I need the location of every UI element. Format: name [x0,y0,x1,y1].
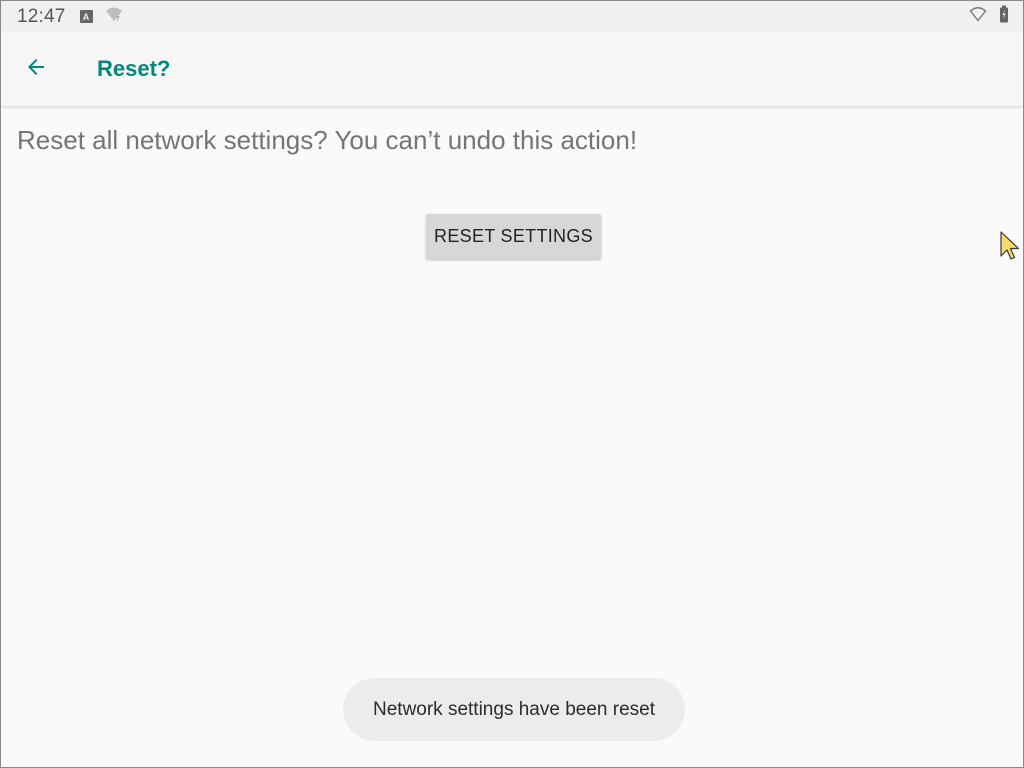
wifi-outline-icon [969,6,987,27]
wifi-question-icon: ? [105,6,123,27]
arrow-left-icon [24,55,48,84]
app-bar: Reset? [1,32,1023,107]
toast-message: Network settings have been reset [343,678,685,741]
status-bar: 12:47 A ? [1,1,1023,32]
screen: 12:47 A ? Reset? Reset all network setti… [0,0,1024,768]
status-time: 12:47 [17,5,66,27]
reset-settings-button[interactable]: RESET SETTINGS [426,214,601,259]
notification-a-icon: A [79,10,93,23]
mouse-cursor-icon [999,230,1021,267]
toast-text: Network settings have been reset [373,698,655,720]
battery-icon [999,5,1009,28]
svg-text:?: ? [116,15,120,22]
page-title: Reset? [97,56,171,81]
status-icons-right [969,1,1009,32]
back-button[interactable] [11,44,61,94]
reset-description: Reset all network settings? You can’t un… [17,125,638,155]
